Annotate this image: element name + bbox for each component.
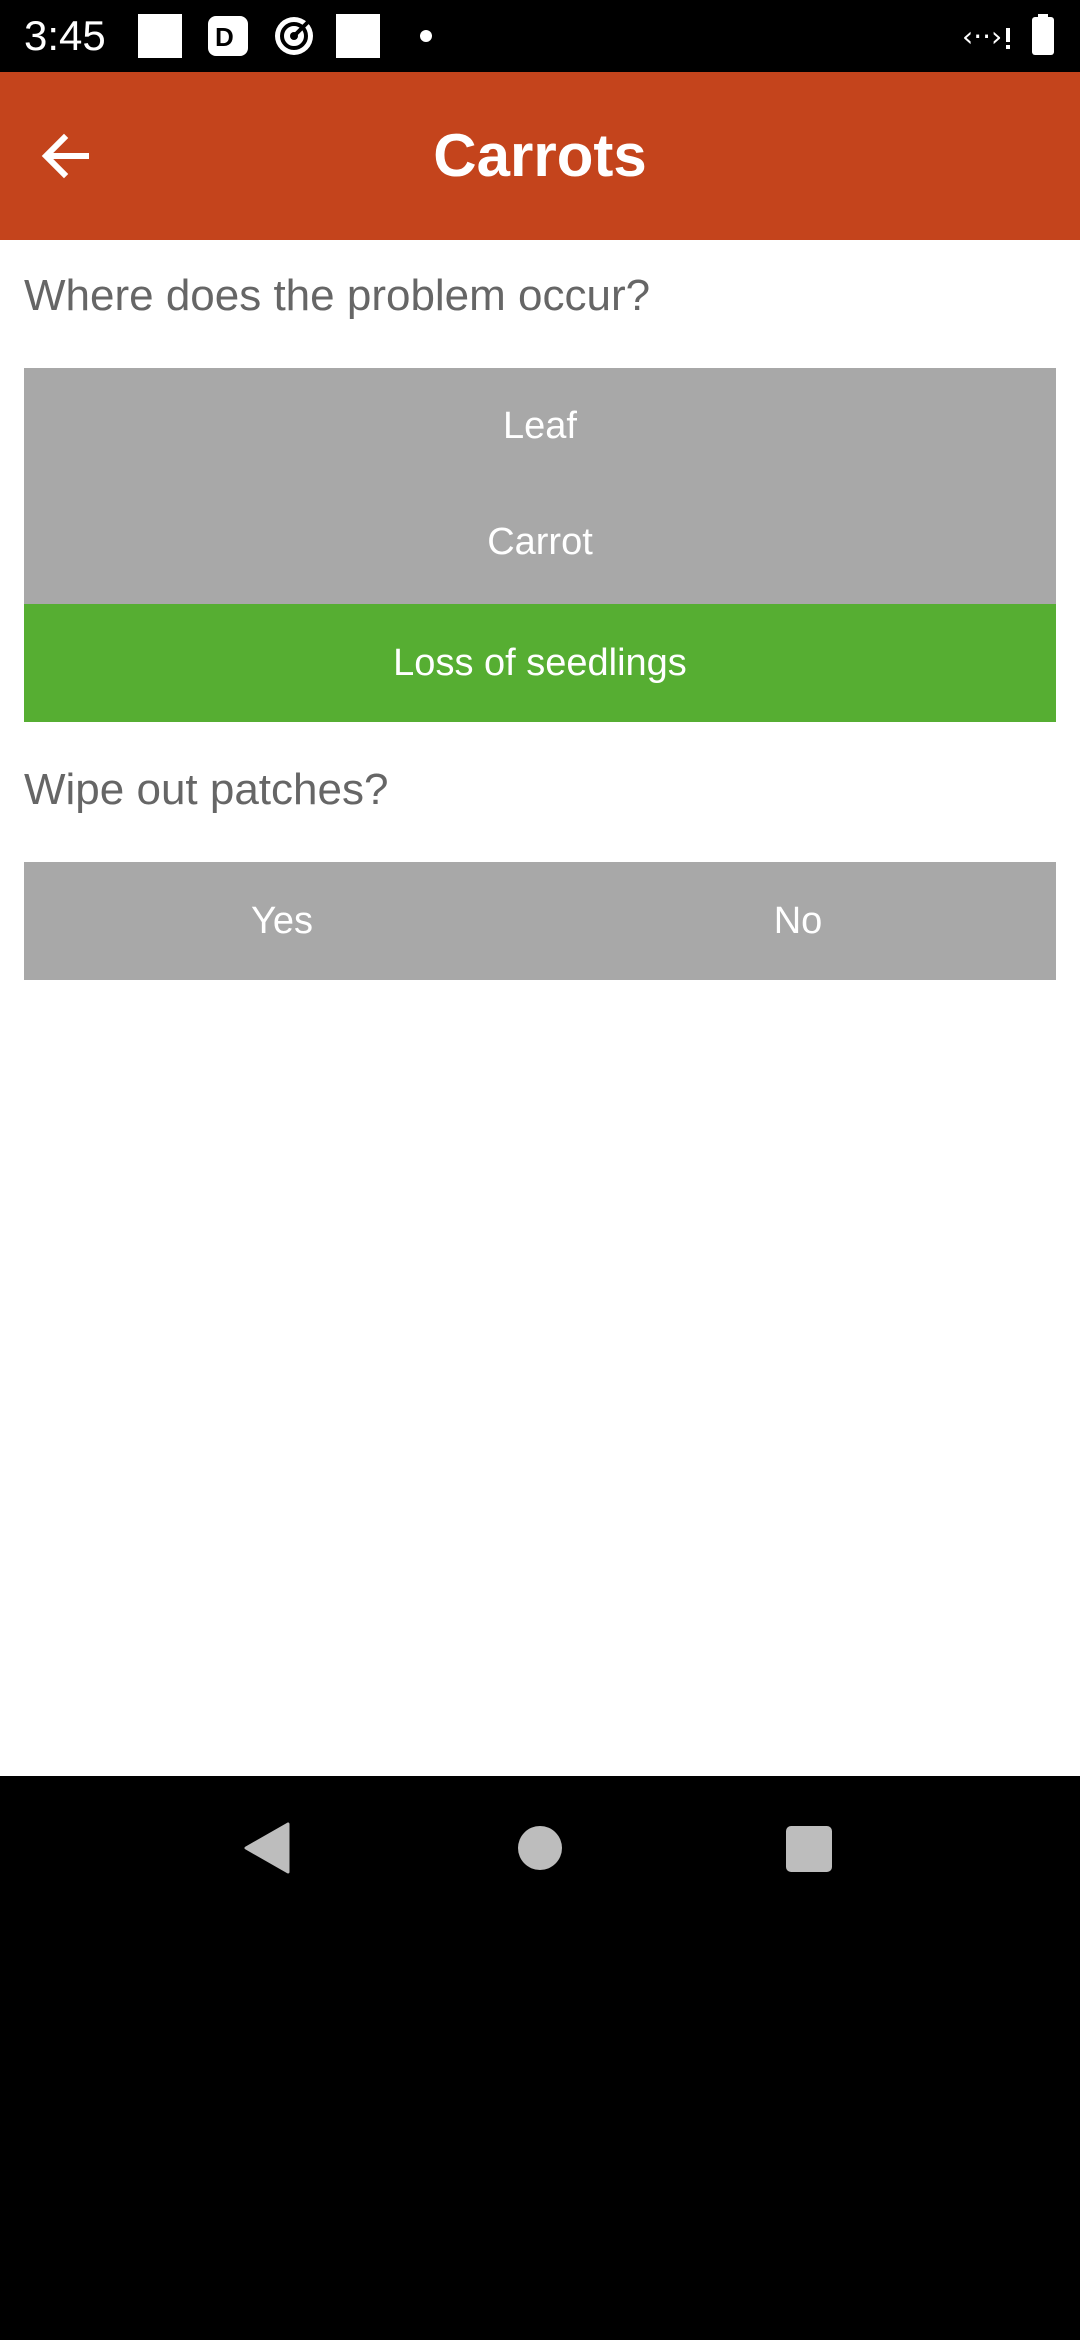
wipe-out-options: Yes No xyxy=(24,862,1056,980)
option-carrot[interactable]: Carrot xyxy=(24,484,1056,600)
content-area: Where does the problem occur? Leaf Carro… xyxy=(0,240,1080,1776)
nav-recents-icon[interactable] xyxy=(786,1826,832,1872)
option-no[interactable]: No xyxy=(540,862,1056,980)
svg-text:D: D xyxy=(215,22,234,52)
status-time: 3:45 xyxy=(24,12,106,59)
target-app-icon xyxy=(272,14,316,58)
navigation-bar xyxy=(0,1776,1080,1920)
battery-icon xyxy=(1030,14,1056,58)
more-dot-icon xyxy=(420,30,432,42)
svg-text:‹··›: ‹··› xyxy=(962,20,1002,53)
notification-square-icon xyxy=(336,14,380,58)
d-app-icon: D xyxy=(206,14,250,58)
option-loss-of-seedlings[interactable]: Loss of seedlings xyxy=(24,604,1056,722)
nav-back-icon[interactable] xyxy=(244,1822,290,1879)
notification-square-icon xyxy=(138,14,182,58)
signal-icon: ‹··› xyxy=(962,14,1014,58)
question-location: Where does the problem occur? xyxy=(24,271,651,320)
option-leaf[interactable]: Leaf xyxy=(24,368,1056,484)
option-yes[interactable]: Yes xyxy=(24,862,540,980)
page-title: Carrots xyxy=(433,122,647,189)
location-options: Leaf Carrot Loss of seedlings xyxy=(24,368,1056,722)
status-bar: 3:45 D ‹··› xyxy=(0,0,1080,72)
app-bar: Carrots xyxy=(0,72,1080,240)
nav-home-icon[interactable] xyxy=(518,1826,562,1870)
question-wipe-out-patches: Wipe out patches? xyxy=(24,765,389,814)
